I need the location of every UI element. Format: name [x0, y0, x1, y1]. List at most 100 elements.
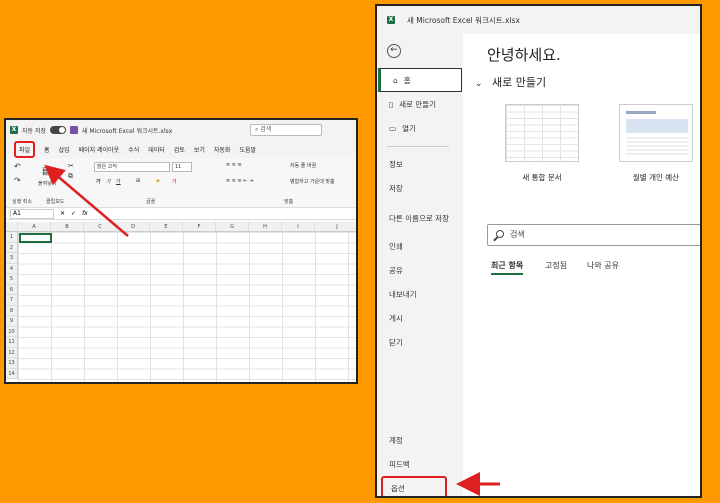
column-header[interactable]: B	[51, 222, 84, 232]
tab-recent[interactable]: 최근 항목	[491, 260, 524, 275]
sidebar-item-label: 새로 만들기	[399, 99, 437, 109]
row-header[interactable]: 14	[6, 368, 18, 379]
worksheet-grid[interactable]: A B C D E F G H I J 1 2 3 4 5 6 7 8 9 10…	[6, 222, 356, 382]
fx-icon[interactable]: fx	[82, 210, 88, 217]
column-header[interactable]: C	[84, 222, 117, 232]
merge-center-button[interactable]: 병합하고 가운데 맞춤	[290, 178, 335, 185]
backstage-main: 안녕하세요. ⌄ 새로 만들기 새 통합 문서 월별 개인 예산 검색 최근 항…	[463, 34, 700, 496]
search-input[interactable]: 검색	[487, 224, 700, 246]
search-box[interactable]: ⌕ 검색	[250, 124, 322, 136]
font-name-select[interactable]: 맑은 고딕	[94, 162, 170, 172]
tab-help[interactable]: 도움말	[239, 145, 256, 154]
row-header[interactable]: 8	[6, 305, 18, 316]
row-header[interactable]: 1	[6, 232, 18, 243]
tab-automate[interactable]: 자동화	[214, 145, 231, 154]
tab-home[interactable]: 홈	[44, 145, 50, 154]
sidebar-divider	[387, 146, 449, 147]
template-monthly-budget[interactable]	[619, 104, 693, 162]
column-header[interactable]: G	[216, 222, 249, 232]
sidebar-item-label: 열기	[402, 123, 416, 133]
excel-window: X 자동 저장 새 Microsoft Excel 워크시트.xlsx ⌕ 검색…	[4, 118, 358, 384]
back-arrow-icon[interactable]: ←	[387, 44, 401, 58]
template-blank-workbook[interactable]	[505, 104, 579, 162]
sidebar-item-open[interactable]: ▭ 열기	[377, 116, 463, 140]
column-header[interactable]: F	[183, 222, 216, 232]
sidebar-item-close[interactable]: 닫기	[377, 330, 463, 354]
column-header[interactable]: A	[18, 222, 51, 232]
row-header[interactable]: 2	[6, 242, 18, 253]
confirm-icon[interactable]: ✓	[71, 210, 76, 217]
save-icon[interactable]	[70, 126, 78, 134]
tab-insert[interactable]: 삽입	[59, 145, 70, 154]
font-color-icon[interactable]: 가	[172, 178, 177, 185]
column-header[interactable]: J	[315, 222, 356, 232]
search-icon	[496, 230, 504, 238]
sidebar-item-print[interactable]: 인쇄	[377, 234, 463, 258]
row-header[interactable]: 3	[6, 253, 18, 264]
sidebar-item-export[interactable]: 내보내기	[377, 282, 463, 306]
redo-icon[interactable]: ↷	[14, 176, 21, 185]
font-size-select[interactable]: 11	[172, 162, 192, 172]
sidebar-item-feedback[interactable]: 피드백	[377, 452, 463, 476]
tab-review[interactable]: 검토	[174, 145, 185, 154]
border-icon[interactable]: ⊞	[136, 178, 140, 184]
greeting: 안녕하세요.	[487, 46, 561, 64]
row-header[interactable]: 12	[6, 347, 18, 358]
sidebar-item-save-as[interactable]: 다른 이름으로 저장	[377, 200, 463, 236]
group-label-font: 글꼴	[146, 199, 156, 205]
row-header[interactable]: 5	[6, 274, 18, 285]
row-header[interactable]: 4	[6, 263, 18, 274]
new-section-label: 새로 만들기	[492, 76, 547, 89]
sidebar-item-info[interactable]: 정보	[377, 152, 463, 176]
column-header[interactable]: D	[117, 222, 150, 232]
sidebar-item-account[interactable]: 계정	[377, 428, 463, 452]
cancel-icon[interactable]: ✕	[60, 210, 65, 217]
tab-view[interactable]: 보기	[194, 145, 205, 154]
align-top-icon[interactable]: ≡ ≡ ≡	[226, 162, 242, 168]
row-header[interactable]: 11	[6, 337, 18, 348]
tab-shared-with-me[interactable]: 나와 공유	[587, 260, 619, 271]
undo-icon[interactable]: ↶	[14, 162, 21, 171]
paste-label[interactable]: 붙여넣기	[38, 180, 56, 187]
row-header[interactable]: 13	[6, 358, 18, 369]
sidebar-item-share[interactable]: 공유	[377, 258, 463, 282]
tab-page-layout[interactable]: 페이지 레이아웃	[79, 145, 120, 154]
fill-color-icon[interactable]: ◈	[156, 178, 160, 184]
title-bar: X 새 Microsoft Excel 워크시트.xlsx	[377, 6, 700, 34]
bold-icon[interactable]: 가	[96, 178, 101, 185]
underline-icon[interactable]: 가	[116, 178, 121, 185]
tab-formulas[interactable]: 수식	[128, 145, 139, 154]
row-header[interactable]: 6	[6, 284, 18, 295]
sidebar-item-home[interactable]: ⌂ 홈	[378, 68, 462, 92]
autosave-toggle[interactable]	[50, 126, 66, 134]
wrap-text-button[interactable]: 자동 줄 바꿈	[290, 162, 316, 169]
sidebar-item-options[interactable]: 옵션	[381, 476, 447, 496]
cell-area[interactable]	[18, 232, 356, 382]
tab-data[interactable]: 데이터	[148, 145, 165, 154]
sidebar-item-publish[interactable]: 게시	[377, 306, 463, 330]
budget-thumbnail-title	[626, 111, 656, 114]
new-section-title[interactable]: ⌄ 새로 만들기	[475, 74, 546, 90]
sidebar-item-new[interactable]: ▯ 새로 만들기	[377, 92, 463, 116]
selected-cell[interactable]	[19, 233, 52, 243]
align-left-icon[interactable]: ≡ ≡ ≡ ⇤ ⇥	[226, 178, 253, 184]
new-file-icon: ▯	[389, 99, 394, 109]
tab-file[interactable]: 파일	[14, 140, 36, 158]
copy-icon[interactable]: ⧉	[68, 172, 73, 181]
cut-icon[interactable]: ✂	[68, 162, 74, 170]
sidebar-item-save[interactable]: 저장	[377, 176, 463, 200]
column-header[interactable]: E	[150, 222, 183, 232]
paste-icon[interactable]: ▤	[42, 166, 51, 177]
name-box[interactable]: A1	[10, 208, 54, 219]
column-header[interactable]: H	[249, 222, 282, 232]
sidebar-item-label: 홈	[403, 75, 411, 85]
formula-bar: A1 ✕ ✓ fx	[6, 208, 356, 220]
tab-pinned[interactable]: 고정됨	[545, 260, 567, 271]
row-header[interactable]: 7	[6, 295, 18, 306]
row-header[interactable]: 10	[6, 326, 18, 337]
select-all-corner[interactable]	[6, 222, 18, 232]
row-header[interactable]: 9	[6, 316, 18, 327]
italic-icon[interactable]: 가	[106, 178, 111, 185]
column-header[interactable]: I	[282, 222, 315, 232]
home-icon: ⌂	[393, 75, 398, 85]
